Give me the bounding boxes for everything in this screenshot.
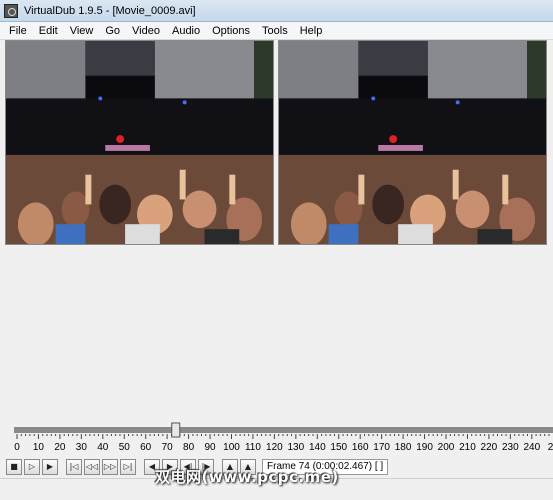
next-frame-button[interactable]: ▷▷	[102, 459, 118, 475]
timeline[interactable]: 0 10 20 30 40 50 60 70 80 90 100 110 120 130 140 150 160…	[0, 422, 553, 456]
prev-key-button[interactable]: ◀	[144, 459, 160, 475]
play-output-button[interactable]: ▶	[42, 459, 58, 475]
mark-out-button[interactable]: ▲	[240, 459, 256, 475]
timeline-tick-label: 180	[395, 442, 412, 453]
timeline-tick-label: 190	[416, 442, 433, 453]
menu-edit[interactable]: Edit	[33, 22, 64, 40]
status-bar	[0, 478, 553, 500]
concert-crowd-image	[6, 41, 273, 244]
timeline-tick-label: 150	[330, 442, 347, 453]
stop-button[interactable]: ■	[6, 459, 22, 475]
timeline-tick-label: 200	[438, 442, 455, 453]
timeline-tick-label: 210	[459, 442, 476, 453]
menu-video[interactable]: Video	[126, 22, 166, 40]
menu-audio[interactable]: Audio	[166, 22, 206, 40]
menu-bar: File Edit View Go Video Audio Options To…	[0, 22, 553, 40]
title-bar: VirtualDub 1.9.5 - [Movie_0009.avi]	[0, 0, 553, 22]
menu-go[interactable]: Go	[99, 22, 126, 40]
menu-view[interactable]: View	[64, 22, 100, 40]
start-button[interactable]: |◁	[66, 459, 82, 475]
timeline-slider-thumb[interactable]	[171, 422, 181, 438]
timeline-tick-label: 50	[119, 442, 131, 453]
timeline-ruler[interactable]: 0 10 20 30 40 50 60 70 80 90 100 110 120 130 140 150 160…	[0, 422, 553, 456]
window-title: VirtualDub 1.9.5 - [Movie_0009.avi]	[24, 4, 196, 17]
menu-tools[interactable]: Tools	[256, 22, 294, 40]
timeline-tick-label: 40	[97, 442, 109, 453]
scene-back-button[interactable]: ◀|	[180, 459, 196, 475]
timeline-tick-label: 20	[54, 442, 66, 453]
timeline-tick-label: 130	[288, 442, 305, 453]
timeline-tick-label: 80	[183, 442, 195, 453]
menu-options[interactable]: Options	[206, 22, 256, 40]
end-button[interactable]: ▷|	[120, 459, 136, 475]
play-input-button[interactable]: ▷	[24, 459, 40, 475]
timeline-tick-label: 120	[266, 442, 283, 453]
film-reel-icon	[4, 3, 18, 18]
output-video-pane[interactable]	[278, 40, 547, 245]
input-video-pane[interactable]	[5, 40, 274, 245]
work-area	[0, 247, 553, 422]
playback-toolbar: ■ ▷ ▶ |◁ ◁◁ ▷▷ ▷| ◀ ▶ ◀| |▶ ▲ ▲ Frame 74 (0:00:02.467…	[0, 456, 553, 478]
timeline-tick-label: 240	[523, 442, 540, 453]
timeline-tick-label: 60	[140, 442, 152, 453]
frame-indicator[interactable]: Frame 74 (0:00:02.467) [ ]	[262, 459, 389, 475]
timeline-tick-label: 230	[502, 442, 519, 453]
menu-help[interactable]: Help	[294, 22, 329, 40]
mark-in-button[interactable]: ▲	[222, 459, 238, 475]
timeline-tick-label: 30	[76, 442, 88, 453]
timeline-tick-label: 100	[223, 442, 240, 453]
timeline-tick-label: 0	[14, 442, 20, 453]
timeline-tick-label: 140	[309, 442, 326, 453]
concert-crowd-image	[279, 41, 546, 244]
next-key-button[interactable]: ▶	[162, 459, 178, 475]
timeline-tick-label: 220	[481, 442, 498, 453]
timeline-track[interactable]	[14, 427, 553, 433]
timeline-tick-label: 25	[548, 442, 553, 453]
menu-file[interactable]: File	[3, 22, 33, 40]
timeline-tick-label: 70	[162, 442, 174, 453]
timeline-tick-label: 90	[204, 442, 216, 453]
scene-fwd-button[interactable]: |▶	[198, 459, 214, 475]
prev-frame-button[interactable]: ◁◁	[84, 459, 100, 475]
timeline-tick-label: 170	[373, 442, 390, 453]
timeline-tick-label: 160	[352, 442, 369, 453]
timeline-tick-label: 110	[245, 442, 261, 453]
timeline-tick-label: 10	[33, 442, 45, 453]
